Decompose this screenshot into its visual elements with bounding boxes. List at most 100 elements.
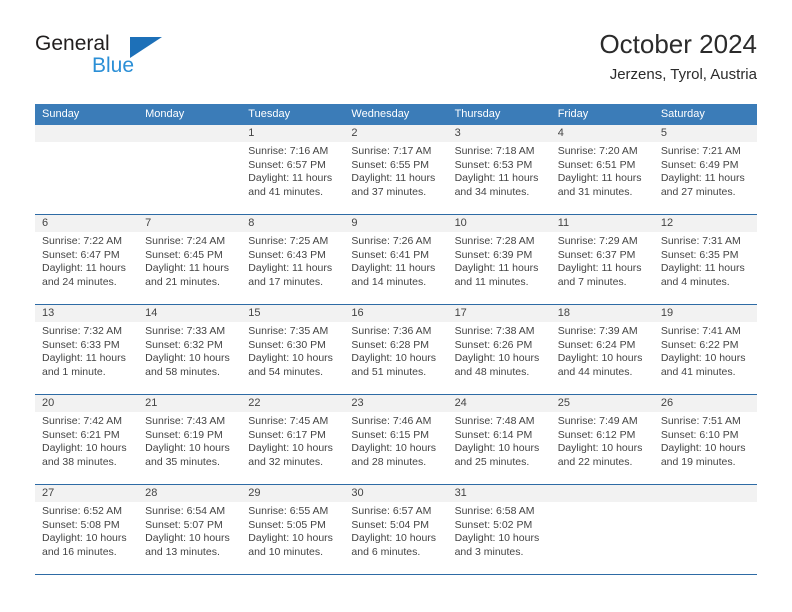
day-sun-info: Sunrise: 7:16 AM Sunset: 6:57 PM Daylight:… xyxy=(241,142,344,199)
general-blue-logo[interactable]: General Blue xyxy=(35,32,265,92)
day-number: 31 xyxy=(454,487,467,499)
day-number-band: 26 xyxy=(653,395,757,412)
sunrise-text: Sunrise: 6:55 AM xyxy=(248,505,329,517)
calendar-day-cell[interactable]: 16 Sunrise: 7:36 AM Sunset: 6:28 PM Dayligh… xyxy=(344,305,448,394)
sunrise-text: Sunrise: 7:26 AM xyxy=(351,235,432,247)
day-number-band: 21 xyxy=(138,395,242,412)
day-number: 7 xyxy=(145,217,152,229)
daylight-text: Daylight: 11 hours and 17 minutes. xyxy=(248,262,333,288)
calendar-day-cell[interactable]: 18 Sunrise: 7:39 AM Sunset: 6:24 PM Dayligh… xyxy=(550,305,654,394)
day-sun-info: Sunrise: 7:38 AM Sunset: 6:26 PM Daylight:… xyxy=(448,322,551,379)
daylight-text: Daylight: 11 hours and 1 minute. xyxy=(42,352,126,378)
day-number: 19 xyxy=(660,307,674,319)
weekday-header-sunday: Sunday xyxy=(42,108,80,120)
day-number: 16 xyxy=(351,307,364,319)
day-sun-info: Sunrise: 7:43 AM Sunset: 6:19 PM Daylight:… xyxy=(138,412,241,469)
calendar-day-cell[interactable]: 5 Sunrise: 7:21 AM Sunset: 6:49 PM Daylight… xyxy=(653,125,757,214)
calendar-day-cell[interactable]: 3 Sunrise: 7:18 AM Sunset: 6:53 PM Daylight… xyxy=(447,125,551,214)
calendar-day-cell[interactable]: 27 Sunrise: 6:52 AM Sunset: 5:08 PM Dayligh… xyxy=(35,485,139,574)
day-number: 10 xyxy=(454,217,467,229)
calendar-day-cell[interactable]: 7 Sunrise: 7:24 AM Sunset: 6:45 PM Daylight… xyxy=(138,215,242,304)
day-number-band: 7 xyxy=(138,215,242,232)
day-sun-info: Sunrise: 7:21 AM Sunset: 6:49 PM Daylight:… xyxy=(654,142,757,199)
calendar-day-cell[interactable]: 4 Sunrise: 7:20 AM Sunset: 6:51 PM Daylight… xyxy=(550,125,654,214)
day-number: 6 xyxy=(42,217,49,229)
sunset-text: Sunset: 5:04 PM xyxy=(351,518,430,531)
calendar-day-cell[interactable]: 14 Sunrise: 7:33 AM Sunset: 6:32 PM Dayligh… xyxy=(138,305,242,394)
calendar-day-cell[interactable]: 20 Sunrise: 7:42 AM Sunset: 6:21 PM Dayligh… xyxy=(35,395,139,484)
sunrise-text: Sunrise: 7:21 AM xyxy=(660,145,741,157)
weekday-header-tuesday: Tuesday xyxy=(248,108,291,120)
calendar-day-cell[interactable]: 31 Sunrise: 6:58 AM Sunset: 5:02 PM Dayligh… xyxy=(447,485,551,574)
calendar-bottom-border xyxy=(35,574,757,575)
sunset-text: Sunset: 6:22 PM xyxy=(660,338,739,351)
sunrise-text: Sunrise: 7:36 AM xyxy=(351,325,432,337)
day-number-band: 17 xyxy=(447,305,551,322)
calendar-day-cell[interactable]: 17 Sunrise: 7:38 AM Sunset: 6:26 PM Dayligh… xyxy=(447,305,551,394)
calendar-day-cell[interactable]: 24 Sunrise: 7:48 AM Sunset: 6:14 PM Dayligh… xyxy=(447,395,551,484)
calendar-week-row: 27 Sunrise: 6:52 AM Sunset: 5:08 PM Dayligh… xyxy=(35,484,757,574)
day-number-band: 8 xyxy=(241,215,345,232)
sunrise-text: Sunrise: 7:32 AM xyxy=(42,325,122,337)
day-sun-info: Sunrise: 6:58 AM Sunset: 5:02 PM Daylight:… xyxy=(448,502,551,559)
day-number-band: 24 xyxy=(447,395,551,412)
calendar-day-cell[interactable]: 28 Sunrise: 6:54 AM Sunset: 5:07 PM Dayligh… xyxy=(138,485,242,574)
calendar-day-cell[interactable]: 2 Sunrise: 7:17 AM Sunset: 6:55 PM Daylight… xyxy=(344,125,448,214)
daylight-text: Daylight: 10 hours and 58 minutes. xyxy=(145,352,230,378)
day-sun-info: Sunrise: 6:55 AM Sunset: 5:05 PM Daylight:… xyxy=(241,502,344,559)
logo-text-blue: Blue xyxy=(92,54,135,77)
day-sun-info: Sunrise: 7:25 AM Sunset: 6:43 PM Daylight:… xyxy=(241,232,344,289)
calendar-day-cell[interactable]: 15 Sunrise: 7:35 AM Sunset: 6:30 PM Dayligh… xyxy=(241,305,345,394)
calendar-day-cell[interactable]: 29 Sunrise: 6:55 AM Sunset: 5:05 PM Dayligh… xyxy=(241,485,345,574)
day-number-band: 2 xyxy=(344,125,448,142)
calendar-day-cell[interactable]: 8 Sunrise: 7:25 AM Sunset: 6:43 PM Daylight… xyxy=(241,215,345,304)
calendar-day-cell[interactable]: 23 Sunrise: 7:46 AM Sunset: 6:15 PM Dayligh… xyxy=(344,395,448,484)
calendar-day-cell-empty xyxy=(550,485,654,574)
calendar-day-cell[interactable]: 13 Sunrise: 7:32 AM Sunset: 6:33 PM Dayligh… xyxy=(35,305,139,394)
calendar-day-cell[interactable]: 25 Sunrise: 7:49 AM Sunset: 6:12 PM Dayligh… xyxy=(550,395,654,484)
page-header: General Blue October 2024 Jerzens, Tyrol… xyxy=(35,28,757,96)
calendar-day-cell[interactable]: 9 Sunrise: 7:26 AM Sunset: 6:41 PM Daylight… xyxy=(344,215,448,304)
calendar-day-cell[interactable]: 10 Sunrise: 7:28 AM Sunset: 6:39 PM Dayligh… xyxy=(447,215,551,304)
daylight-text: Daylight: 10 hours and 41 minutes. xyxy=(660,352,746,378)
calendar-week-row: 6 Sunrise: 7:22 AM Sunset: 6:47 PM Daylight… xyxy=(35,214,757,304)
day-number: 18 xyxy=(557,307,570,319)
day-number-band: 20 xyxy=(35,395,139,412)
calendar-day-cell[interactable]: 30 Sunrise: 6:57 AM Sunset: 5:04 PM Dayligh… xyxy=(344,485,448,574)
day-number-band: 15 xyxy=(241,305,345,322)
sunrise-text: Sunrise: 6:58 AM xyxy=(454,505,535,517)
sunrise-text: Sunrise: 7:25 AM xyxy=(248,235,329,247)
sunset-text: Sunset: 6:43 PM xyxy=(248,248,326,261)
day-sun-info: Sunrise: 7:41 AM Sunset: 6:22 PM Daylight:… xyxy=(654,322,757,379)
sunset-text: Sunset: 6:17 PM xyxy=(248,428,326,441)
day-number-band: 5 xyxy=(653,125,757,142)
calendar-day-cell[interactable]: 6 Sunrise: 7:22 AM Sunset: 6:47 PM Daylight… xyxy=(35,215,139,304)
calendar-day-cell[interactable]: 12 Sunrise: 7:31 AM Sunset: 6:35 PM Dayligh… xyxy=(653,215,757,304)
daylight-text: Daylight: 11 hours and 27 minutes. xyxy=(660,172,745,198)
sunrise-text: Sunrise: 6:57 AM xyxy=(351,505,432,517)
day-number-band: 11 xyxy=(550,215,654,232)
calendar-day-cell[interactable]: 11 Sunrise: 7:29 AM Sunset: 6:37 PM Dayligh… xyxy=(550,215,654,304)
title-block: October 2024 Jerzens, Tyrol, Austria xyxy=(599,28,757,86)
daylight-text: Daylight: 11 hours and 11 minutes. xyxy=(454,262,539,288)
sunrise-text: Sunrise: 7:41 AM xyxy=(660,325,741,337)
daylight-text: Daylight: 10 hours and 19 minutes. xyxy=(660,442,746,468)
sunset-text: Sunset: 6:21 PM xyxy=(42,428,120,441)
day-number: 22 xyxy=(248,397,261,409)
sunrise-text: Sunrise: 7:17 AM xyxy=(351,145,432,157)
day-sun-info: Sunrise: 7:20 AM Sunset: 6:51 PM Daylight:… xyxy=(551,142,654,199)
sunrise-text: Sunrise: 7:38 AM xyxy=(454,325,535,337)
calendar-day-cell[interactable]: 22 Sunrise: 7:45 AM Sunset: 6:17 PM Dayligh… xyxy=(241,395,345,484)
calendar-day-cell[interactable]: 21 Sunrise: 7:43 AM Sunset: 6:19 PM Dayligh… xyxy=(138,395,242,484)
sunset-text: Sunset: 6:26 PM xyxy=(454,338,533,351)
day-sun-info: Sunrise: 6:57 AM Sunset: 5:04 PM Daylight:… xyxy=(344,502,447,559)
weekday-header-friday: Friday xyxy=(557,108,589,120)
day-number-band: 19 xyxy=(653,305,757,322)
day-sun-info: Sunrise: 7:35 AM Sunset: 6:30 PM Daylight:… xyxy=(241,322,344,379)
calendar-day-cell[interactable]: 19 Sunrise: 7:41 AM Sunset: 6:22 PM Dayligh… xyxy=(653,305,757,394)
calendar-day-cell-empty xyxy=(653,485,757,574)
sunset-text: Sunset: 6:39 PM xyxy=(454,248,533,261)
calendar-day-cell-empty xyxy=(35,125,139,214)
calendar-day-cell[interactable]: 26 Sunrise: 7:51 AM Sunset: 6:10 PM Dayligh… xyxy=(653,395,757,484)
calendar-day-cell[interactable]: 1 Sunrise: 7:16 AM Sunset: 6:57 PM Daylight… xyxy=(241,125,345,214)
